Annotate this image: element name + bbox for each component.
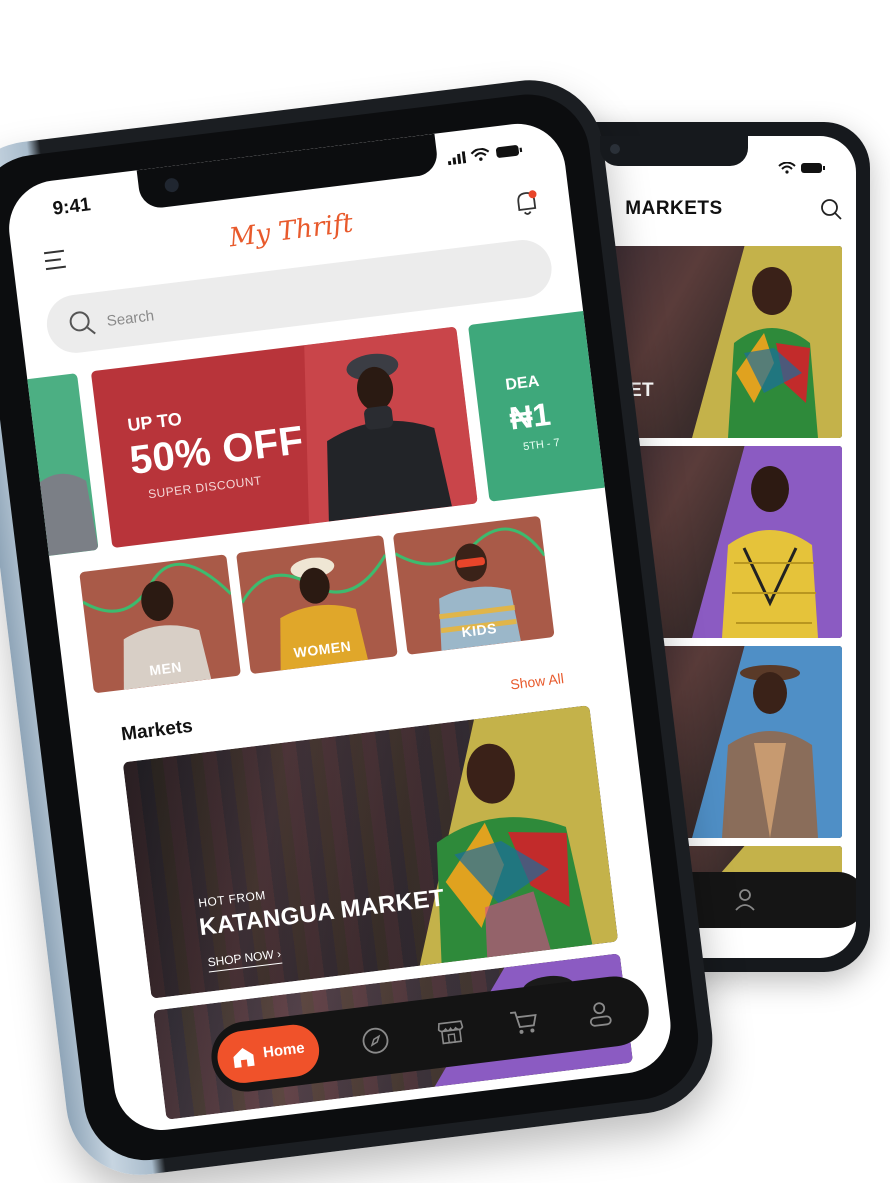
model-image (728, 267, 818, 438)
phone-frame: 9:41 My Thrift Search UP TO 50% OFF SUPE… (0, 71, 721, 1183)
model-image (722, 665, 818, 838)
search-input[interactable] (101, 254, 411, 352)
cart-icon[interactable] (508, 1006, 541, 1039)
device-mockup: 41 MARKETS A MARKET (0, 0, 890, 1183)
promo-headline: ₦1 (507, 395, 553, 437)
promo-subtext: 5TH - 7 (522, 436, 561, 454)
section-title: Markets (120, 715, 194, 746)
signal-icon (448, 151, 467, 166)
promo-banner-main[interactable]: UP TO 50% OFF SUPER DISCOUNT (90, 326, 478, 549)
search-icon[interactable] (820, 198, 842, 220)
notch (136, 133, 440, 211)
wifi-icon (470, 147, 490, 161)
status-icons (778, 161, 826, 177)
promo-banner-prev[interactable] (3, 373, 99, 561)
battery-icon (801, 163, 825, 173)
home-screen: 9:41 My Thrift Search UP TO 50% OFF SUPE… (3, 118, 676, 1136)
camera (610, 144, 620, 154)
model-image (436, 743, 593, 964)
profile-icon[interactable] (583, 996, 616, 1029)
category-women[interactable]: WOMEN (236, 535, 398, 675)
nav-home-label: Home (262, 1039, 306, 1062)
store-icon[interactable] (434, 1015, 467, 1048)
promo-kicker: UP TO (126, 408, 183, 436)
category-men[interactable]: MEN (79, 554, 241, 694)
promo-banner-next[interactable]: DEA ₦1 5TH - 7 (467, 310, 609, 502)
model-image (722, 466, 818, 638)
featured-market-card[interactable]: HOT FROM KATANGUA MARKET SHOP NOW › (122, 705, 619, 999)
compass-icon[interactable] (359, 1024, 392, 1057)
show-all-link[interactable]: Show All (509, 670, 564, 692)
status-time: 9:41 (51, 194, 92, 220)
promo-kicker: DEA (504, 372, 541, 394)
battery-icon (495, 145, 523, 158)
front-phone: 9:41 My Thrift Search UP TO 50% OFF SUPE… (0, 71, 756, 1183)
nav-home-button[interactable]: Home (214, 1021, 323, 1086)
model-image (327, 353, 452, 522)
notch (600, 136, 748, 166)
home-icon (233, 1047, 255, 1069)
search-icon (69, 311, 96, 335)
category-kids[interactable]: KIDS (392, 515, 555, 655)
notification-bell-icon[interactable] (512, 188, 541, 219)
status-icons (447, 143, 524, 168)
wifi-icon (778, 161, 797, 174)
phone-bezel: 9:41 My Thrift Search UP TO 50% OFF SUPE… (0, 87, 706, 1168)
